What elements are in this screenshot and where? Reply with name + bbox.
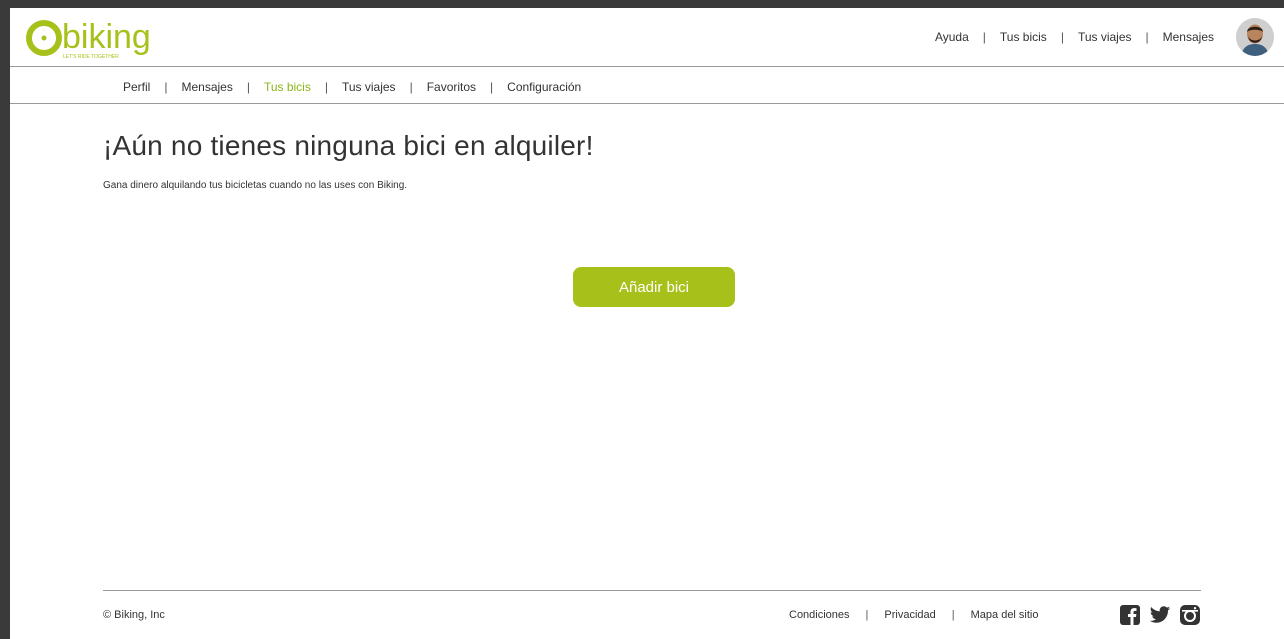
separator: | [951,609,955,621]
footer-copyright: © Biking, Inc [103,609,165,621]
top-nav-mensajes[interactable]: Mensajes [1163,30,1214,44]
add-bike-button[interactable]: Añadir bici [573,267,735,307]
footer-link-privacidad[interactable]: Privacidad [884,609,935,621]
subnav-tus-viajes[interactable]: Tus viajes [342,80,396,94]
footer-nav: Condiciones | Privacidad | Mapa del siti… [789,609,1039,621]
separator: | [409,80,413,94]
subnav-configuracion[interactable]: Configuración [507,80,581,94]
footer-link-condiciones[interactable]: Condiciones [789,609,850,621]
separator: | [1060,30,1064,44]
separator: | [1145,30,1149,44]
subnav-perfil[interactable]: Perfil [123,80,150,94]
top-nav-tus-viajes[interactable]: Tus viajes [1078,30,1132,44]
avatar[interactable] [1236,18,1274,56]
subnav-favoritos[interactable]: Favoritos [427,80,476,94]
biking-logo[interactable]: biking LET'S RIDE TOGETHER [24,18,194,60]
top-nav-tus-bicis[interactable]: Tus bicis [1000,30,1047,44]
page-subtitle: Gana dinero alquilando tus bicicletas cu… [103,180,408,191]
top-nav: Ayuda | Tus bicis | Tus viajes | Mensaje… [935,30,1214,44]
separator: | [865,609,869,621]
separator: | [246,80,250,94]
separator: | [324,80,328,94]
subnav-tus-bicis[interactable]: Tus bicis [264,80,311,94]
instagram-icon[interactable] [1179,604,1201,626]
separator: | [490,80,494,94]
twitter-icon[interactable] [1149,604,1171,626]
svg-text:biking: biking [62,18,151,56]
svg-text:LET'S RIDE TOGETHER: LET'S RIDE TOGETHER [63,54,119,60]
footer-link-mapa-del-sitio[interactable]: Mapa del sitio [971,609,1039,621]
top-bar: biking LET'S RIDE TOGETHER Ayuda | Tus b… [10,8,1284,67]
social-links [1119,604,1201,626]
top-nav-ayuda[interactable]: Ayuda [935,30,969,44]
separator: | [982,30,986,44]
secondary-nav: Perfil | Mensajes | Tus bicis | Tus viaj… [10,67,1284,104]
page-title: ¡Aún no tienes ninguna bici en alquiler! [103,130,594,161]
main-content: ¡Aún no tienes ninguna bici en alquiler!… [103,130,1203,191]
footer-divider [103,590,1201,591]
subnav-mensajes[interactable]: Mensajes [181,80,232,94]
separator: | [164,80,168,94]
facebook-icon[interactable] [1119,604,1141,626]
